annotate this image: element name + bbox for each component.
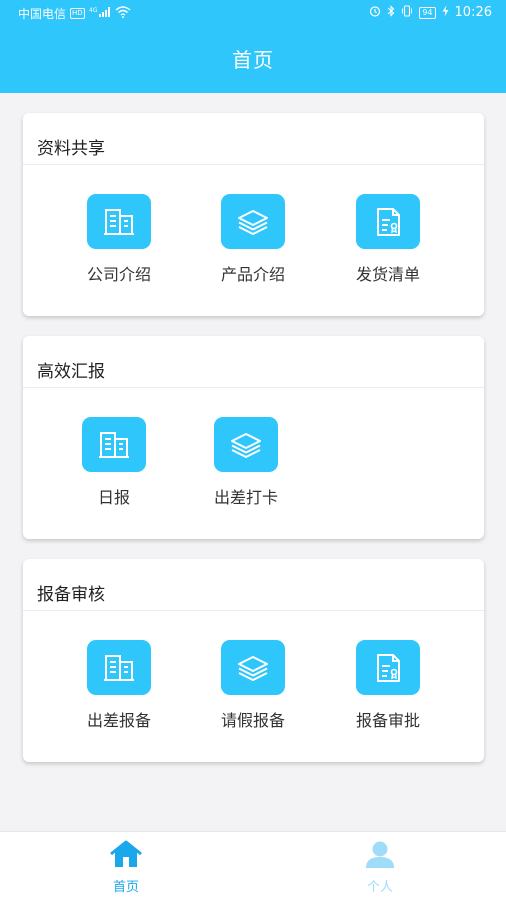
tile-label: 请假报备 (220, 711, 285, 730)
svg-text:4G: 4G (89, 7, 98, 14)
tile-company-intro[interactable]: 公司介绍 (54, 194, 184, 289)
certificate-document-icon (356, 194, 420, 249)
tile-product-intro[interactable]: 产品介绍 (188, 194, 318, 289)
bottom-nav: 首页 个人 (0, 831, 506, 901)
section-card-data-sharing: 资料共享 公司介绍 产品介绍 发货清单 (23, 113, 484, 316)
section-card-efficient-reporting: 高效汇报 日报 出差打卡 (23, 336, 484, 539)
charging-icon (442, 5, 449, 20)
bluetooth-icon (387, 5, 395, 20)
building-icon (87, 640, 151, 695)
tile-filing-approval[interactable]: 报备审批 (323, 640, 453, 735)
tile-label: 出差报备 (86, 711, 151, 730)
building-icon (82, 417, 146, 472)
section-card-filing-review: 报备审核 出差报备 请假报备 报备审批 (23, 559, 484, 762)
tile-label: 发货清单 (355, 265, 420, 284)
certificate-document-icon (356, 640, 420, 695)
building-icon (87, 194, 151, 249)
section-title: 报备审核 (37, 585, 105, 605)
home-icon (109, 840, 143, 872)
nav-label-personal: 个人 (366, 880, 393, 895)
wifi-icon (115, 6, 131, 21)
signal-icon: 4G (89, 6, 111, 21)
app-header: 中国电信 HD 4G 94 10:26 首页 (0, 0, 506, 93)
tile-daily-report[interactable]: 日报 (49, 417, 179, 512)
nav-label-home: 首页 (112, 880, 139, 895)
section-title: 资料共享 (37, 139, 105, 159)
layers-icon (221, 194, 285, 249)
tile-leave-filing[interactable]: 请假报备 (188, 640, 318, 735)
status-right: 94 10:26 (369, 5, 492, 20)
section-divider (23, 387, 484, 388)
tile-label: 日报 (97, 488, 130, 507)
layers-icon (221, 640, 285, 695)
tile-business-trip-checkin[interactable]: 出差打卡 (181, 417, 311, 512)
nav-tab-personal[interactable]: 个人 (340, 840, 420, 896)
status-time: 10:26 (454, 5, 492, 20)
vibrate-icon (401, 5, 413, 20)
tile-label: 报备审批 (355, 711, 420, 730)
hd-badge: HD (70, 8, 85, 19)
person-icon (363, 840, 397, 872)
status-left: 中国电信 HD 4G (18, 5, 131, 22)
page-title: 首页 (232, 48, 274, 72)
nav-tab-home[interactable]: 首页 (86, 840, 166, 896)
section-title: 高效汇报 (37, 362, 105, 382)
tile-trip-filing[interactable]: 出差报备 (54, 640, 184, 735)
tile-label: 产品介绍 (220, 265, 285, 284)
section-divider (23, 164, 484, 165)
status-bar: 中国电信 HD 4G 94 10:26 (0, 0, 506, 26)
layers-icon (214, 417, 278, 472)
alarm-icon (369, 5, 381, 20)
section-divider (23, 610, 484, 611)
battery-level: 94 (419, 6, 436, 19)
carrier-name: 中国电信 (18, 7, 67, 21)
tile-label: 公司介绍 (86, 265, 151, 284)
tile-label: 出差打卡 (213, 488, 278, 507)
tile-shipping-list[interactable]: 发货清单 (323, 194, 453, 289)
